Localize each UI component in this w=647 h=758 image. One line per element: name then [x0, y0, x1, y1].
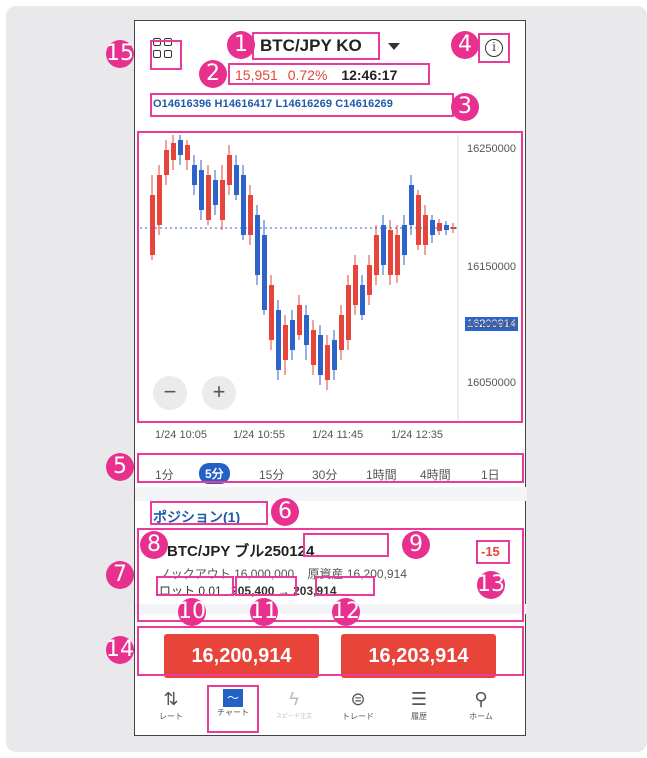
annotation-box — [150, 40, 182, 70]
nav-history[interactable]: ☰ 履歴 — [393, 687, 445, 722]
annotation-badge: 6 — [271, 498, 299, 526]
divider — [135, 487, 527, 501]
annotation-badge: 4 — [451, 31, 479, 59]
annotation-box — [476, 540, 510, 564]
x-tick-label: 1/24 10:55 — [233, 429, 285, 441]
x-tick-label: 1/24 10:05 — [155, 429, 207, 441]
annotation-box — [150, 501, 268, 525]
nav-chart[interactable]: 〜 チャート — [207, 685, 259, 733]
nav-rate[interactable]: ⇅ レート — [145, 687, 197, 722]
annotation-box — [252, 32, 380, 60]
annotation-badge: 2 — [199, 60, 227, 88]
chevron-down-icon[interactable] — [388, 43, 400, 50]
annotation-box — [315, 576, 375, 596]
annotation-badge: 8 — [140, 531, 168, 559]
trade-icon: ⊜ — [350, 689, 366, 709]
annotation-badge: 3 — [451, 93, 479, 121]
bottom-nav: ⇅ レート 〜 チャート ϟ スピード注文 ⊜ トレード ☰ 履歴 ⚲ ホーム — [135, 683, 527, 737]
annotation-box — [137, 626, 524, 676]
nav-trade[interactable]: ⊜ トレード — [332, 687, 384, 722]
annotation-badge: 9 — [402, 531, 430, 559]
history-icon: ☰ — [410, 689, 428, 709]
annotation-badge: 15 — [106, 40, 134, 68]
annotation-box — [228, 63, 430, 85]
nav-home[interactable]: ⚲ ホーム — [455, 687, 507, 722]
x-tick-label: 1/24 12:35 — [391, 429, 443, 441]
annotation-box — [303, 533, 389, 557]
x-tick-label: 1/24 11:45 — [312, 429, 364, 441]
annotation-badge: 11 — [250, 598, 278, 626]
annotation-badge: 7 — [106, 561, 134, 589]
nav-speed-order[interactable]: ϟ スピード注文 — [268, 687, 320, 720]
annotation-badge: 5 — [106, 453, 134, 481]
rate-icon: ⇅ — [163, 689, 179, 709]
annotation-badge: 1 — [227, 31, 255, 59]
lightning-icon: ϟ — [289, 689, 299, 709]
annotation-box — [150, 93, 454, 117]
annotation-box — [235, 576, 297, 596]
annotation-badge: 13 — [477, 571, 505, 599]
home-icon: ⚲ — [474, 689, 488, 709]
annotation-box — [156, 576, 234, 596]
annotation-badge: 10 — [178, 598, 206, 626]
annotation-box — [478, 33, 510, 63]
annotation-badge: 12 — [332, 598, 360, 626]
annotation-badge: 14 — [106, 636, 134, 664]
annotation-box — [137, 131, 523, 423]
annotation-box — [137, 453, 524, 483]
chart-icon: 〜 — [223, 689, 243, 707]
